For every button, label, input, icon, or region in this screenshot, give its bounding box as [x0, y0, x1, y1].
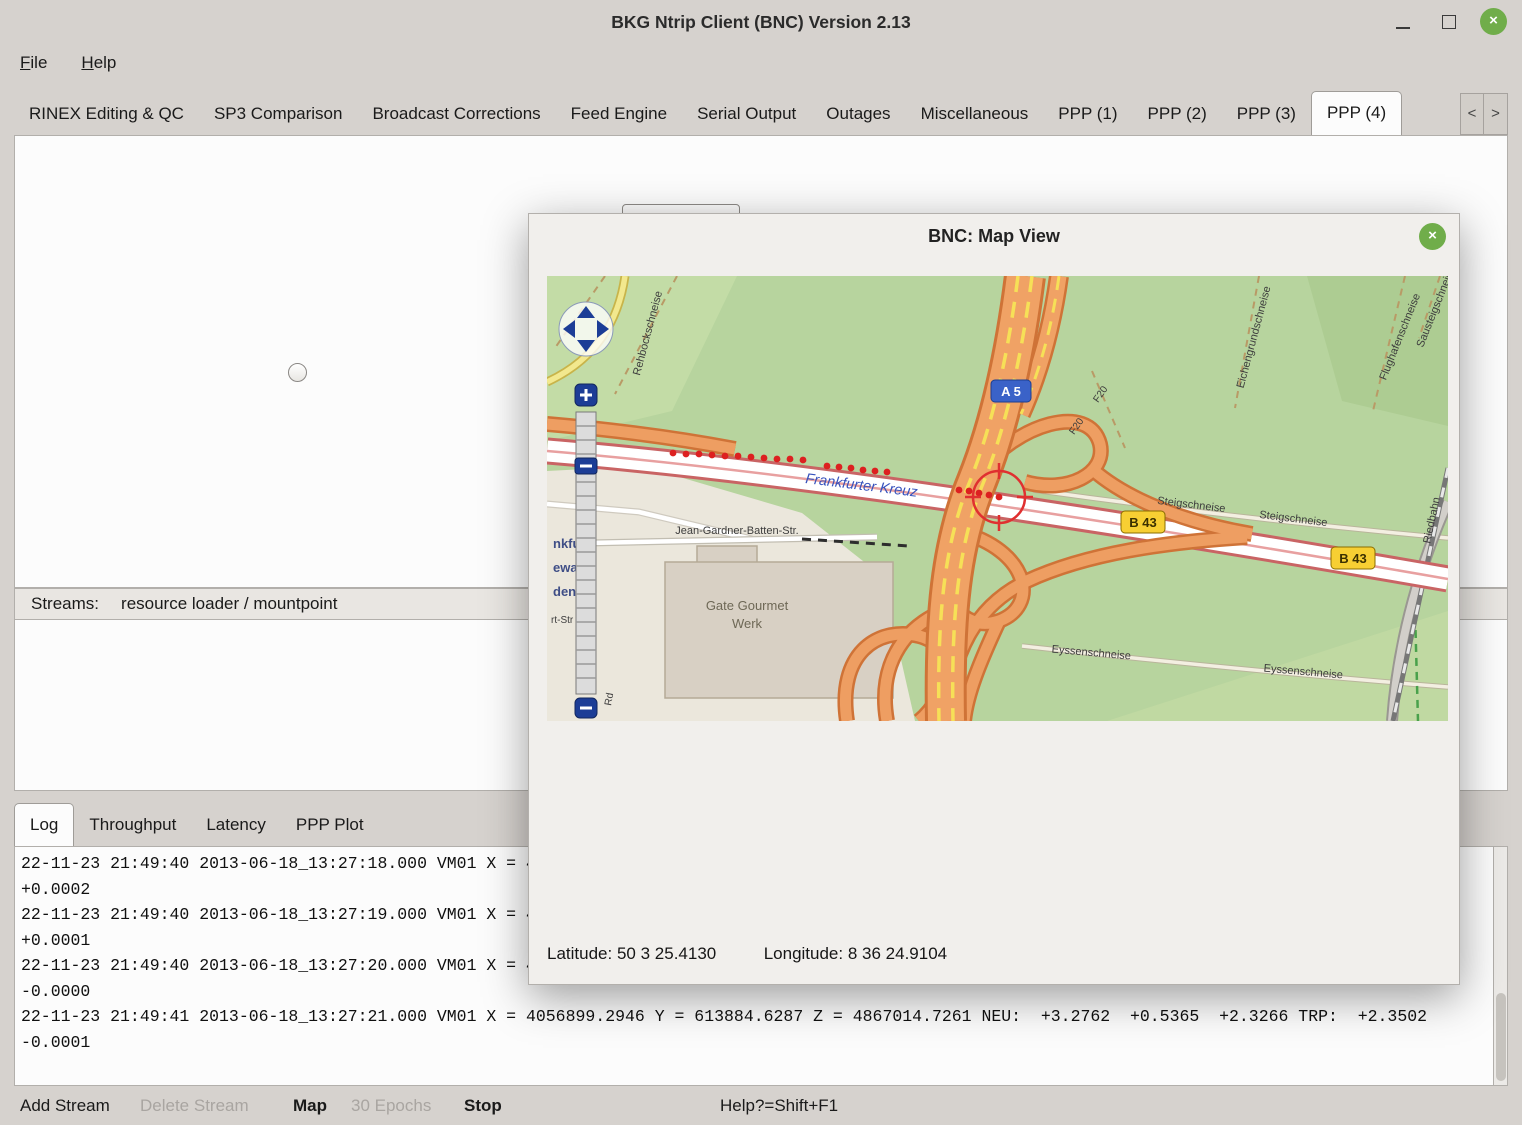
tab-scroll-left-icon[interactable]: < [1460, 93, 1484, 135]
delete-stream-button: Delete Stream [140, 1086, 249, 1125]
zoom-in-button[interactable] [575, 384, 597, 406]
latitude-value: 50 3 25.4130 [617, 944, 716, 963]
log-scrollbar[interactable] [1493, 847, 1507, 1085]
coordinate-status: Latitude: 50 3 25.4130 Longitude: 8 36 2… [547, 944, 947, 964]
tab-scroll-right-icon[interactable]: > [1484, 93, 1508, 135]
latitude-label: Latitude: [547, 944, 612, 963]
log-line: -0.0001 [15, 1030, 1507, 1056]
tab-serial-output[interactable]: Serial Output [682, 92, 811, 135]
gate-gourmet-building [665, 546, 893, 698]
tab-log[interactable]: Log [14, 803, 74, 846]
tab-outages[interactable]: Outages [811, 92, 905, 135]
bnc-window: BKG Ntrip Client (BNC) Version 2.13 × Fi… [0, 0, 1522, 1125]
menu-file[interactable]: File [20, 53, 47, 73]
tab-throughput[interactable]: Throughput [74, 804, 191, 846]
speed-slider-handle[interactable] [288, 363, 307, 382]
zoom-slider[interactable] [576, 412, 596, 694]
tab-scrollers: < > [1460, 93, 1508, 135]
longitude-label: Longitude: [764, 944, 843, 963]
label-gate-gourmet: Gate Gourmet [706, 598, 789, 613]
log-line: 22-11-23 21:49:41 2013-06-18_13:27:21.00… [15, 1004, 1507, 1030]
tab-broadcast-corrections[interactable]: Broadcast Corrections [357, 92, 555, 135]
log-tab-bar: Log Throughput Latency PPP Plot [14, 804, 379, 846]
dialog-close-icon[interactable]: × [1419, 223, 1446, 250]
svg-text:A 5: A 5 [1001, 384, 1021, 399]
title-bar[interactable]: BKG Ntrip Client (BNC) Version 2.13 × [0, 0, 1522, 44]
status-bar: Add Stream Delete Stream Map 30 Epochs S… [0, 1086, 1522, 1125]
streams-label: Streams: [31, 594, 99, 614]
map-pan-control[interactable] [559, 302, 613, 356]
help-hint: Help?=Shift+F1 [720, 1086, 838, 1125]
log-scrollbar-thumb[interactable] [1496, 993, 1506, 1081]
map-button[interactable]: Map [293, 1086, 327, 1125]
zoom-slider-handle[interactable] [575, 458, 597, 474]
menu-help[interactable]: Help [81, 53, 116, 73]
stop-button[interactable]: Stop [464, 1086, 502, 1125]
road-shield-b43: B 43 [1331, 547, 1375, 569]
map-image[interactable]: A 5 B 43 B 43 Frankfurter Kreuz Jean-Gar… [547, 276, 1448, 721]
label-rd: Rd [603, 692, 616, 707]
tab-rinex-editing-qc[interactable]: RINEX Editing & QC [14, 92, 199, 135]
map-view-dialog[interactable]: BNC: Map View × [528, 213, 1460, 985]
tab-ppp-2[interactable]: PPP (2) [1133, 92, 1222, 135]
epochs-button: 30 Epochs [351, 1086, 431, 1125]
label-street: Jean-Gardner-Batten-Str. [675, 525, 799, 537]
road-shield-b43: B 43 [1121, 511, 1165, 533]
svg-text:B 43: B 43 [1339, 551, 1366, 566]
label-street-partial: rt-Str [551, 615, 574, 626]
tab-latency[interactable]: Latency [191, 804, 281, 846]
map-canvas[interactable]: A 5 B 43 B 43 Frankfurter Kreuz Jean-Gar… [547, 276, 1448, 721]
label-gate-gourmet: Werk [732, 616, 763, 631]
tab-bar: RINEX Editing & QC SP3 Comparison Broadc… [14, 92, 1460, 135]
minimize-icon[interactable] [1396, 27, 1410, 29]
svg-text:B 43: B 43 [1129, 515, 1156, 530]
tab-feed-engine[interactable]: Feed Engine [556, 92, 682, 135]
longitude-value: 8 36 24.9104 [848, 944, 947, 963]
zoom-out-button[interactable] [575, 698, 597, 718]
tab-ppp-1[interactable]: PPP (1) [1043, 92, 1132, 135]
tab-ppp-4[interactable]: PPP (4) [1311, 91, 1402, 135]
tab-miscellaneous[interactable]: Miscellaneous [906, 92, 1044, 135]
streams-columns-label: resource loader / mountpoint [121, 594, 337, 614]
road-shield-a5: A 5 [991, 380, 1031, 402]
menu-bar: File Help [0, 44, 1522, 82]
dialog-title: BNC: Map View [529, 226, 1459, 247]
add-stream-button[interactable]: Add Stream [20, 1086, 110, 1125]
tab-sp3-comparison[interactable]: SP3 Comparison [199, 92, 358, 135]
maximize-icon[interactable] [1442, 15, 1456, 29]
tab-ppp-3[interactable]: PPP (3) [1222, 92, 1311, 135]
close-icon[interactable]: × [1480, 8, 1507, 35]
tab-ppp-plot[interactable]: PPP Plot [281, 804, 379, 846]
window-title: BKG Ntrip Client (BNC) Version 2.13 [0, 0, 1522, 44]
